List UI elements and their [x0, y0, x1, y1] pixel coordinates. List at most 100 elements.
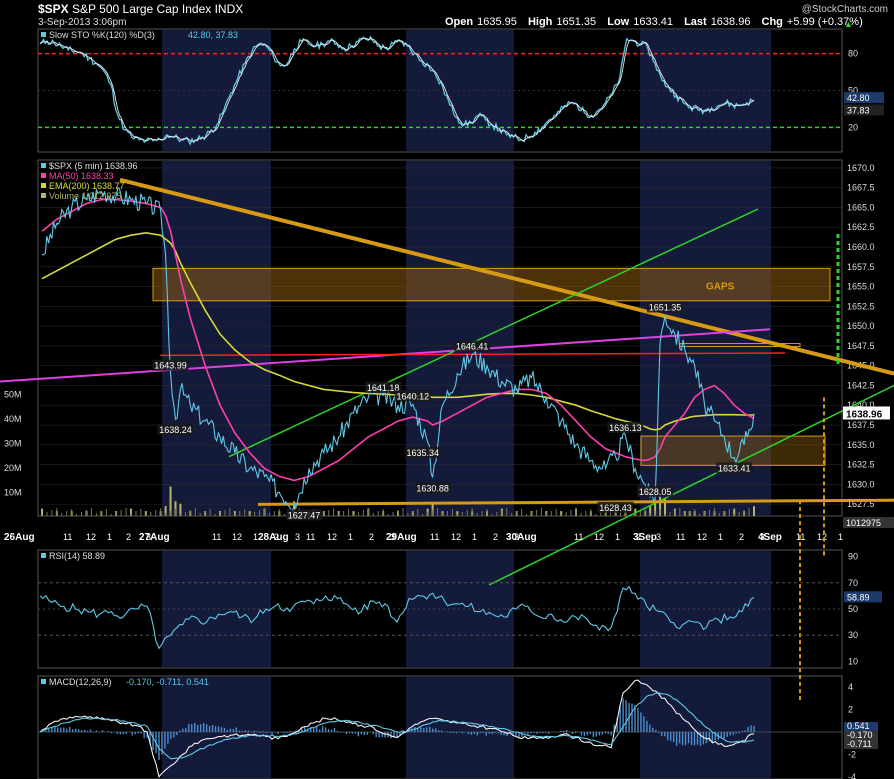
rsi-legend: RSI(14) 58.89: [49, 551, 105, 561]
macd-histogram-bar: [143, 731, 145, 739]
volume-bar: [209, 509, 211, 516]
x-axis-label: 1: [348, 532, 353, 542]
price-annotation-label: 1635.34: [406, 448, 439, 458]
macd-histogram-bar: [574, 731, 577, 734]
volume-bar: [189, 510, 191, 516]
volume-bar: [150, 512, 152, 516]
macd-histogram-bar: [57, 727, 59, 732]
volume-bar: [46, 512, 48, 516]
volume-bar: [278, 509, 280, 516]
volume-bar: [733, 514, 735, 516]
macd-histogram-bar: [664, 731, 666, 737]
volume-bar: [575, 508, 577, 516]
macd-histogram-bar: [598, 731, 600, 736]
macd-histogram-bar: [687, 731, 690, 744]
volume-ytick: 30M: [4, 438, 22, 448]
sto-ytick: 20: [848, 122, 858, 132]
volume-bar: [694, 509, 696, 516]
volume-bar: [387, 514, 389, 516]
macd-histogram-bar: [360, 731, 362, 735]
volume-bar: [713, 508, 715, 516]
volume-bar: [392, 512, 394, 516]
volume-bar: [135, 511, 137, 516]
volume-bar: [486, 509, 488, 516]
volume-bar: [437, 508, 439, 516]
volume-bar: [570, 510, 572, 516]
macd-histogram-bar: [378, 731, 380, 738]
macd-histogram-bar: [488, 731, 490, 734]
volume-bar: [723, 511, 725, 516]
macd-histogram-bar: [283, 731, 285, 734]
volume-bar: [664, 514, 666, 516]
chart-stage: { "header": { "symbol": "$SPX", "name": …: [0, 0, 894, 779]
macd-histogram-bar: [420, 727, 422, 732]
macd-histogram-bar: [646, 720, 648, 732]
volume-bar: [273, 511, 275, 516]
x-axis-label: 12: [86, 532, 96, 542]
macd-histogram-bar: [226, 729, 229, 732]
macd-histogram-bar: [467, 731, 470, 735]
volume-bar: [130, 513, 132, 516]
volume-bar: [669, 512, 671, 516]
volume-bar: [179, 514, 181, 516]
price-ytick: 1647.5: [847, 341, 875, 351]
macd-histogram-bar: [735, 731, 737, 734]
sto-last-k-label: 42.80: [847, 93, 870, 103]
macd-histogram-bar: [446, 731, 449, 732]
volume-bar: [446, 511, 448, 516]
volume-bar: [545, 513, 547, 516]
macd-histogram-bar: [643, 716, 645, 732]
macd-histogram-bar: [681, 731, 684, 746]
volume-bar: [214, 514, 216, 516]
volume-bar: [155, 510, 157, 516]
volume-bar: [323, 512, 325, 516]
macd-histogram-bar: [455, 731, 458, 734]
macd-histogram-bar: [542, 731, 544, 734]
x-axis-label: 11: [63, 532, 72, 542]
volume-bar: [753, 506, 755, 516]
macd-histogram-bar: [473, 731, 476, 735]
price-ytick: 1637.5: [847, 420, 875, 430]
macd-histogram-bar: [524, 731, 526, 734]
sto-legend: Slow STO %K(120) %D(3): [49, 30, 155, 40]
volume-bar: [580, 513, 582, 516]
macd-histogram-bar: [196, 725, 199, 732]
sto-ytick: 80: [848, 49, 858, 59]
price-annotation-label: 1628.05: [639, 487, 672, 497]
macd-histogram-bar: [182, 728, 184, 732]
volume-bar: [540, 508, 542, 516]
x-axis-label: 28Aug: [258, 532, 289, 543]
volume-bar: [56, 508, 58, 516]
volume-bar: [338, 513, 340, 516]
x-axis-label: 27Aug: [139, 532, 170, 543]
macd-histogram-bar: [217, 726, 220, 732]
x-axis-label: 12: [327, 532, 337, 542]
price-legend-swatch: [41, 183, 46, 188]
macd-histogram-bar: [336, 730, 339, 732]
volume-bar: [357, 512, 359, 516]
x-axis-label: 12: [697, 532, 707, 542]
x-axis-label: 30Aug: [506, 532, 537, 543]
x-axis-label: 1: [472, 532, 477, 542]
macd-histogram-bar: [485, 731, 487, 736]
macd-histogram-bar: [232, 729, 235, 732]
macd-histogram-bar: [134, 731, 136, 735]
x-axis-label: 26Aug: [4, 532, 35, 543]
x-axis-label: 2: [739, 532, 744, 542]
x-axis-label: 1: [718, 532, 723, 542]
rsi-last-label: 58.89: [847, 592, 870, 602]
volume-bar: [718, 513, 720, 516]
volume-bar: [61, 513, 63, 516]
price-ytick: 1662.5: [847, 222, 875, 232]
macd-legend-values: -0.170, -0.711, 0.541: [126, 677, 209, 687]
macd-histogram-bar: [202, 722, 205, 732]
volume-bar: [105, 509, 107, 516]
volume-bar: [353, 514, 354, 516]
macd-histogram-bar: [684, 731, 687, 746]
x-axis-label: 11: [306, 532, 315, 542]
price-session-band: [406, 161, 514, 515]
macd-ytick: -2: [848, 749, 856, 759]
price-legend-swatch: [41, 163, 46, 168]
macd-histogram-bar: [744, 730, 746, 732]
volume-bar: [689, 511, 691, 516]
